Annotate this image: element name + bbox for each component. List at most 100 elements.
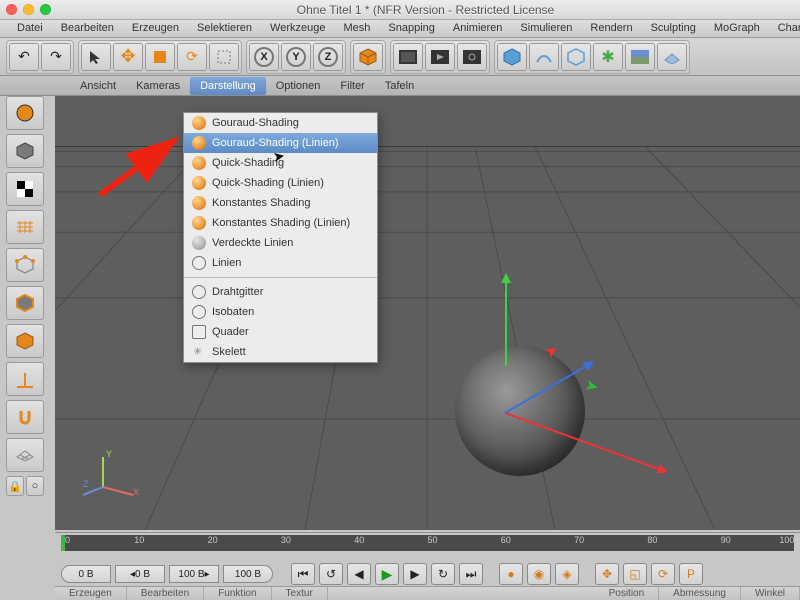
polygon-mode-button[interactable]	[6, 324, 44, 358]
status-erzeugen[interactable]: Erzeugen	[55, 587, 127, 600]
menu-werkzeuge[interactable]: Werkzeuge	[261, 20, 334, 37]
vpmenu-tafeln[interactable]: Tafeln	[375, 77, 424, 95]
floor-button[interactable]	[657, 43, 687, 71]
unlock-button[interactable]: ○	[26, 476, 44, 496]
frame-range-end-field[interactable]: 100 B	[223, 565, 273, 583]
redo-button[interactable]: ↷	[41, 43, 71, 71]
menu-rendern[interactable]: Rendern	[581, 20, 641, 37]
edge-mode-button[interactable]	[6, 286, 44, 320]
close-window-button[interactable]	[6, 4, 17, 15]
cube-primitive-button[interactable]	[353, 43, 383, 71]
menu-sculpting[interactable]: Sculpting	[642, 20, 705, 37]
dd-quader[interactable]: Quader	[184, 322, 377, 342]
generator-button[interactable]: ✱	[593, 43, 623, 71]
dd-konstantes-shading[interactable]: Konstantes Shading	[184, 193, 377, 213]
key-rot-button[interactable]: ⟳	[651, 563, 675, 585]
frame-range-mid-field[interactable]: 100 B ▸	[169, 565, 219, 583]
axis-tool-button[interactable]	[6, 362, 44, 396]
dd-skelett[interactable]: Skelett	[184, 342, 377, 362]
timeline-ruler[interactable]: 0 10 20 30 40 50 60 70 80 90 100	[61, 535, 794, 551]
frame-range-start-field[interactable]: ◂ 0 B	[115, 565, 165, 583]
goto-start-button[interactable]: ⏮	[291, 563, 315, 585]
menu-selektieren[interactable]: Selektieren	[188, 20, 261, 37]
isoparm-icon	[192, 305, 206, 319]
keyframe-sel-button[interactable]: ◈	[555, 563, 579, 585]
environment-button[interactable]	[625, 43, 655, 71]
shading-icon	[192, 116, 206, 130]
dd-verdeckte-linien[interactable]: Verdeckte Linien	[184, 233, 377, 253]
menu-erzeugen[interactable]: Erzeugen	[123, 20, 188, 37]
sphere-object[interactable]	[455, 346, 585, 476]
status-abmessung: Abmessung	[659, 587, 741, 600]
select-tool[interactable]	[81, 43, 111, 71]
play-button[interactable]: ▶	[375, 563, 399, 585]
next-frame-button[interactable]: ▶	[403, 563, 427, 585]
model-mode-button[interactable]	[6, 134, 44, 168]
dd-quick-shading-linien[interactable]: Quick-Shading (Linien)	[184, 173, 377, 193]
axis-z-button[interactable]: Z	[313, 43, 343, 71]
render-pv-button[interactable]	[425, 43, 455, 71]
deformer-button[interactable]	[561, 43, 591, 71]
dropdown-separator	[184, 277, 377, 278]
menu-simulieren[interactable]: Simulieren	[511, 20, 581, 37]
menu-bearbeiten[interactable]: Bearbeiten	[52, 20, 123, 37]
rotate-tool[interactable]: ⟳	[177, 43, 207, 71]
key-pos-button[interactable]: ✥	[595, 563, 619, 585]
lock-button[interactable]: 🔒	[6, 476, 24, 496]
dd-gouraud-shading[interactable]: Gouraud-Shading	[184, 113, 377, 133]
texture-mode-button[interactable]	[6, 172, 44, 206]
record-button[interactable]: ●	[499, 563, 523, 585]
tick-90: 90	[721, 535, 731, 545]
point-mode-button[interactable]	[6, 248, 44, 282]
prev-key-button[interactable]: ↺	[319, 563, 343, 585]
cube-blue-button[interactable]	[497, 43, 527, 71]
menu-datei[interactable]: Datei	[8, 20, 52, 37]
autokey-button[interactable]: ◉	[527, 563, 551, 585]
zoom-window-button[interactable]	[40, 4, 51, 15]
frame-current-field[interactable]: 0 B	[61, 565, 111, 583]
main-menu: Datei Bearbeiten Erzeugen Selektieren We…	[0, 20, 800, 38]
vpmenu-filter[interactable]: Filter	[330, 77, 374, 95]
status-bearbeiten[interactable]: Bearbeiten	[127, 587, 204, 600]
vpmenu-darstellung[interactable]: Darstellung	[190, 77, 266, 95]
menu-mesh[interactable]: Mesh	[334, 20, 379, 37]
workplane-button[interactable]	[6, 210, 44, 244]
goto-end-button[interactable]: ⏭	[459, 563, 483, 585]
make-editable-button[interactable]	[6, 96, 44, 130]
menu-char[interactable]: Char	[769, 20, 800, 37]
render-settings-button[interactable]	[457, 43, 487, 71]
minimize-window-button[interactable]	[23, 4, 34, 15]
lasso-tool[interactable]	[209, 43, 239, 71]
vpmenu-kameras[interactable]: Kameras	[126, 77, 190, 95]
menu-mograph[interactable]: MoGraph	[705, 20, 769, 37]
status-position: Position	[595, 587, 660, 600]
spline-button[interactable]	[529, 43, 559, 71]
workplane-grid-button[interactable]	[6, 438, 44, 472]
tick-0: 0	[65, 535, 70, 545]
scale-tool[interactable]	[145, 43, 175, 71]
key-param-button[interactable]: P	[679, 563, 703, 585]
status-funktion[interactable]: Funktion	[204, 587, 271, 600]
titlebar: Ohne Titel 1 * (NFR Version - Restricted…	[0, 0, 800, 20]
render-view-button[interactable]	[393, 43, 423, 71]
status-textur[interactable]: Textur	[272, 587, 328, 600]
dd-drahtgitter[interactable]: Drahtgitter	[184, 282, 377, 302]
dd-konstantes-shading-linien[interactable]: Konstantes Shading (Linien)	[184, 213, 377, 233]
next-key-button[interactable]: ↻	[431, 563, 455, 585]
tick-70: 70	[574, 535, 584, 545]
prev-frame-button[interactable]: ◀	[347, 563, 371, 585]
tick-20: 20	[208, 535, 218, 545]
snap-button[interactable]	[6, 400, 44, 434]
dd-isobaten[interactable]: Isobaten	[184, 302, 377, 322]
undo-button[interactable]: ↶	[9, 43, 39, 71]
key-scale-button[interactable]: ◱	[623, 563, 647, 585]
vpmenu-ansicht[interactable]: Ansicht	[70, 77, 126, 95]
axis-x-button[interactable]: X	[249, 43, 279, 71]
menu-animieren[interactable]: Animieren	[444, 20, 512, 37]
vpmenu-optionen[interactable]: Optionen	[266, 77, 331, 95]
gizmo-y-axis[interactable]	[505, 276, 507, 366]
axis-y-button[interactable]: Y	[281, 43, 311, 71]
dd-linien[interactable]: Linien	[184, 253, 377, 273]
move-tool[interactable]: ✥	[113, 43, 143, 71]
menu-snapping[interactable]: Snapping	[379, 20, 444, 37]
